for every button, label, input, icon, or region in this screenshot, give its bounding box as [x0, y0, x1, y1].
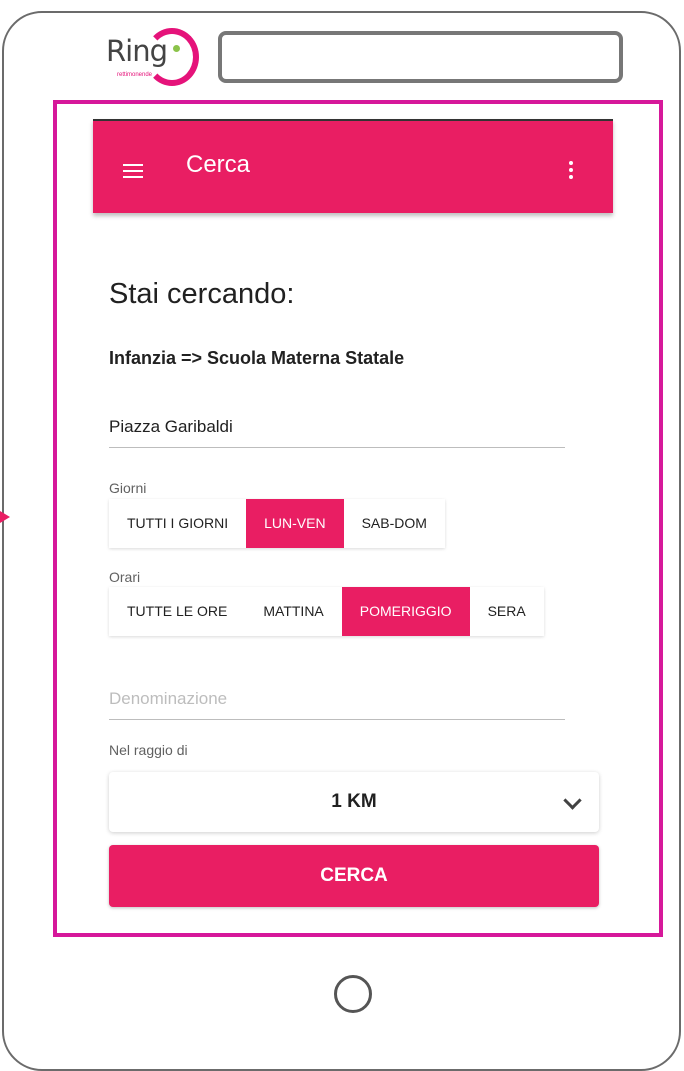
- giorni-option-sab-dom[interactable]: SAB-DOM: [343, 499, 445, 548]
- more-vert-icon[interactable]: [569, 161, 573, 182]
- search-heading: Stai cercando:: [109, 278, 295, 310]
- giorni-option-all[interactable]: TUTTI I GIORNI: [109, 499, 247, 548]
- radius-label: Nel raggio di: [109, 742, 188, 758]
- radius-value: 1 KM: [331, 791, 377, 812]
- orari-option-sera[interactable]: SERA: [469, 587, 544, 636]
- home-button[interactable]: [334, 975, 372, 1013]
- logo-dot: [173, 45, 180, 52]
- search-button[interactable]: CERCA: [109, 845, 599, 907]
- search-category: Infanzia => Scuola Materna Statale: [109, 348, 405, 368]
- orari-label: Orari: [109, 569, 141, 585]
- address-bar[interactable]: [218, 31, 623, 83]
- app-screen: Cerca Stai cercando: Infanzia => Scuola …: [53, 100, 663, 937]
- side-arrow-icon: [0, 511, 10, 523]
- logo-tagline: rettimonende: [117, 72, 153, 78]
- orari-option-all[interactable]: TUTTE LE ORE: [109, 587, 246, 636]
- denominazione-input[interactable]: Denominazione: [109, 679, 565, 720]
- orari-toggle-group: TUTTE LE ORE MATTINA POMERIGGIO SERA: [109, 587, 544, 636]
- ring-logo: Ring rettimonende: [103, 26, 201, 92]
- page-title: Cerca: [186, 151, 251, 178]
- giorni-option-lun-ven[interactable]: LUN-VEN: [246, 499, 344, 548]
- orari-option-pomeriggio[interactable]: POMERIGGIO: [341, 587, 470, 636]
- radius-select[interactable]: 1 KM: [109, 772, 599, 832]
- logo-text: Ring: [106, 34, 168, 68]
- menu-icon[interactable]: [123, 164, 143, 178]
- orari-option-mattina[interactable]: MATTINA: [245, 587, 342, 636]
- giorni-label: Giorni: [109, 480, 147, 496]
- giorni-toggle-group: TUTTI I GIORNI LUN-VEN SAB-DOM: [109, 499, 445, 548]
- app-bar: Cerca: [93, 119, 613, 213]
- address-field[interactable]: Piazza Garibaldi: [109, 407, 565, 448]
